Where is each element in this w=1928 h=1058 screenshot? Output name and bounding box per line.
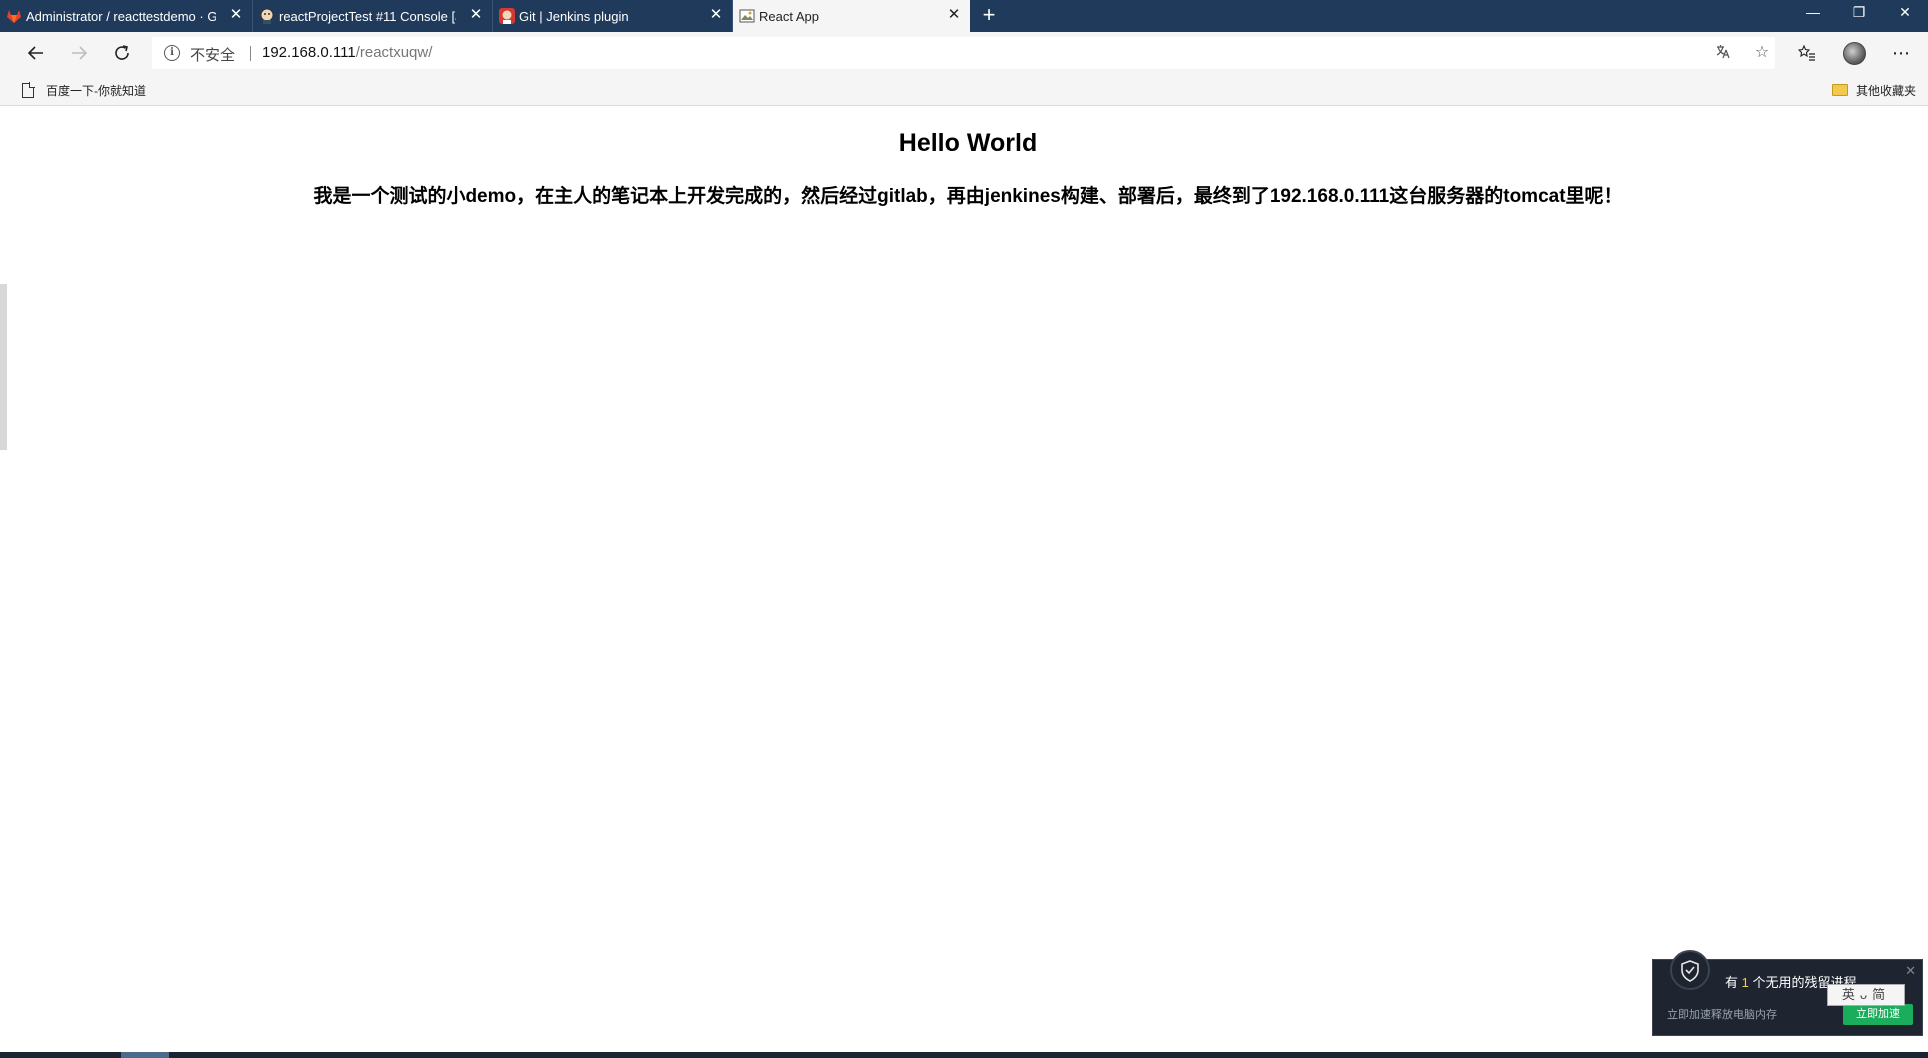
new-tab-plus-icon[interactable]: + [975, 2, 1003, 30]
tab-jenkins-console[interactable]: reactProjectTest #11 Console [Jenkins] ✕ [253, 0, 493, 32]
react-app-icon [739, 8, 755, 24]
tab-git-jenkins-plugin[interactable]: Git | Jenkins plugin ✕ [493, 0, 733, 32]
favorites-list-icon[interactable] [1791, 38, 1823, 68]
taskbar-active-item[interactable] [121, 1052, 169, 1058]
other-favorites-label: 其他收藏夹 [1855, 83, 1916, 98]
folder-icon [1831, 84, 1848, 96]
tab-react-app[interactable]: React App ✕ [733, 0, 970, 32]
tab-title: React App [759, 8, 819, 24]
navigation-bar: i 不安全 192.168.0.111/reactxuqw/ ☆ ⋯ [0, 32, 1928, 74]
tab-title: Administrator / reacttestdemo · GitLab [26, 8, 216, 24]
shield-icon [1670, 950, 1710, 990]
title-bar: Administrator / reacttestdemo · GitLab ✕… [0, 0, 1928, 32]
popup-msg-prefix: 有 [1725, 975, 1739, 990]
refresh-icon[interactable] [106, 38, 138, 68]
favorites-bar: 百度一下-你就知道 其他收藏夹 [0, 74, 1928, 106]
page-content: Hello World 我是一个测试的小demo，在主人的笔记本上开发完成的，然… [8, 107, 1928, 1052]
close-icon[interactable]: ✕ [708, 7, 724, 23]
jenkins-icon [259, 8, 275, 24]
page-title: Hello World [898, 129, 1038, 157]
tab-title: Git | Jenkins plugin [519, 8, 629, 24]
avatar[interactable] [1843, 42, 1866, 65]
back-arrow-icon[interactable] [20, 38, 52, 68]
close-icon[interactable]: ✕ [1905, 963, 1916, 979]
tab-gitlab[interactable]: Administrator / reacttestdemo · GitLab ✕ [0, 0, 253, 32]
url-text[interactable]: 192.168.0.111/reactxuqw/ [262, 44, 432, 61]
read-aloud-icon[interactable] [1713, 43, 1735, 63]
gitlab-icon [6, 8, 22, 24]
close-icon[interactable]: ✕ [946, 7, 962, 23]
page-subtitle: 我是一个测试的小demo，在主人的笔记本上开发完成的，然后经过gitlab，再由… [313, 186, 1623, 207]
url-path: /reactxuqw/ [355, 44, 433, 61]
favorite-item-baidu[interactable]: 百度一下-你就知道 [22, 81, 146, 99]
speed-up-button[interactable]: 立即加速 [1843, 1004, 1913, 1025]
forward-arrow-icon[interactable] [63, 38, 95, 68]
close-window-icon[interactable]: ✕ [1882, 0, 1928, 32]
minimize-icon[interactable]: — [1790, 0, 1836, 32]
close-icon[interactable]: ✕ [468, 7, 484, 23]
restore-icon[interactable]: ❐ [1836, 0, 1882, 32]
address-bar[interactable]: i 不安全 192.168.0.111/reactxuqw/ ☆ [152, 37, 1775, 69]
left-edge-scrollbar[interactable] [0, 284, 7, 450]
other-favorites-folder[interactable]: 其他收藏夹 [1831, 81, 1916, 99]
favorite-star-icon[interactable]: ☆ [1751, 43, 1773, 63]
ime-language-indicator[interactable]: 英ᴗ简 [1827, 984, 1905, 1006]
page-icon [22, 81, 35, 98]
taskbar [0, 1052, 1928, 1058]
more-menu-icon[interactable]: ⋯ [1885, 38, 1917, 68]
jenkins-plugin-icon [499, 8, 515, 24]
tab-title: reactProjectTest #11 Console [Jenkins] [279, 8, 456, 24]
cleanup-notification-popup: ✕ 有 1 个无用的残留进程 立即加速释放电脑内存 立即加速 英ᴗ简 [1652, 950, 1923, 1036]
address-separator [250, 46, 251, 61]
favorite-item-label: 百度一下-你就知道 [46, 83, 146, 98]
url-host: 192.168.0.111 [262, 44, 356, 61]
close-icon[interactable]: ✕ [228, 7, 244, 23]
security-status[interactable]: 不安全 [190, 44, 235, 65]
popup-subtext: 立即加速释放电脑内存 [1667, 1009, 1777, 1021]
info-icon[interactable]: i [164, 45, 180, 61]
popup-count: 1 [1741, 975, 1749, 990]
